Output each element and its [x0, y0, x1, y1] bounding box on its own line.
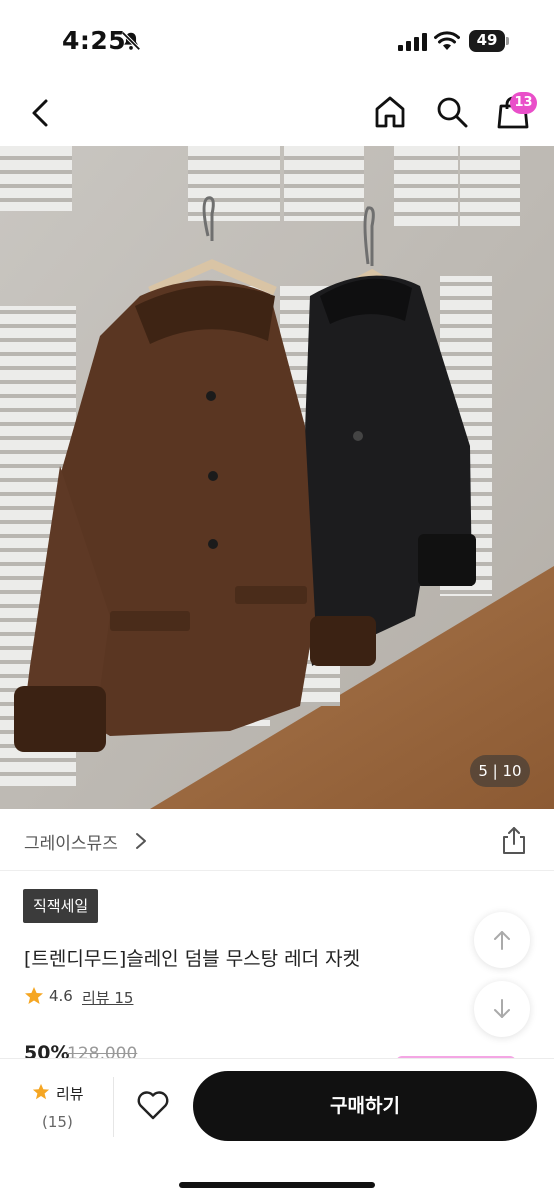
scroll-down-button[interactable] [474, 981, 530, 1037]
battery-level: 49 [476, 31, 498, 49]
buy-button[interactable]: 구매하기 [193, 1071, 537, 1141]
product-image[interactable] [0, 146, 554, 809]
scroll-top-button[interactable] [474, 912, 530, 968]
divider [113, 1077, 114, 1137]
star-icon [32, 1083, 50, 1100]
wifi-icon [434, 31, 460, 50]
arrow-down-icon [494, 999, 510, 1018]
review-summary[interactable]: 리뷰 (15) [22, 1079, 102, 1143]
bottom-action-bar: 리뷰 (15) 구매하기 [0, 1058, 554, 1200]
review-link[interactable]: 리뷰 15 [82, 987, 133, 1008]
shop-row[interactable]: 그레이스뮤즈 [0, 809, 554, 871]
signal-icon [398, 33, 427, 51]
star-icon [25, 987, 43, 1004]
home-icon[interactable] [372, 94, 408, 130]
review-count: (15) [42, 1113, 73, 1131]
chevron-right-icon [136, 833, 146, 849]
rating-value: 4.6 [49, 987, 73, 1005]
review-label: 리뷰 [56, 1085, 84, 1103]
share-icon[interactable] [500, 825, 528, 855]
image-counter: 5 | 10 [470, 755, 530, 787]
nav-bar [0, 80, 554, 146]
arrow-up-icon [494, 931, 510, 950]
status-time: 4:25 [62, 26, 127, 55]
battery-icon: 49 [469, 30, 509, 52]
bell-muted-icon [121, 31, 141, 51]
search-icon[interactable] [434, 94, 470, 130]
product-title: [트렌디무드]슬레인 덤블 무스탕 레더 자켓 [24, 948, 361, 970]
shop-name[interactable]: 그레이스뮤즈 [24, 829, 118, 854]
heart-icon[interactable] [136, 1089, 170, 1121]
battery-tip [506, 37, 509, 45]
back-button[interactable] [24, 96, 58, 130]
cart-count-badge: 13 [510, 92, 537, 114]
home-indicator [179, 1182, 375, 1188]
sale-badge: 직잭세일 [23, 889, 99, 923]
status-bar: 4:25 49 [0, 0, 554, 80]
